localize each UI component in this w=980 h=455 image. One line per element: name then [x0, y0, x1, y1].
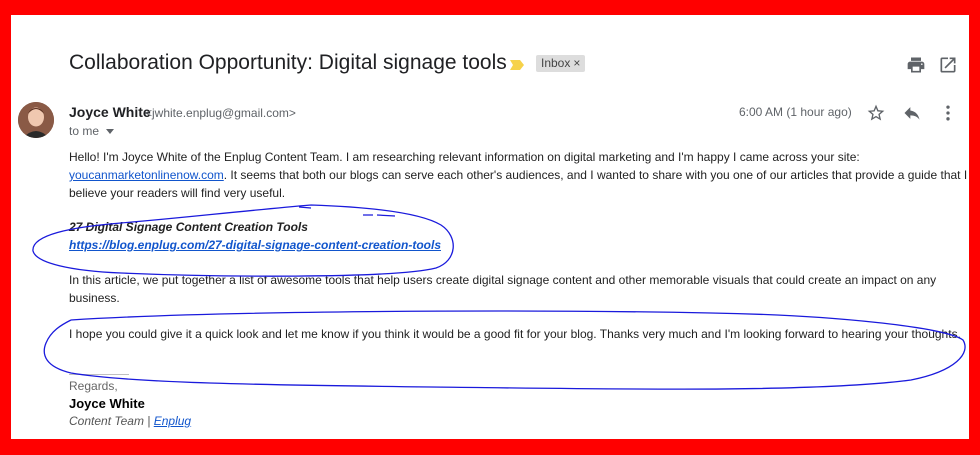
screenshot-frame: Collaboration Opportunity: Digital signa…	[0, 0, 980, 455]
annotation-dash-2	[363, 214, 396, 217]
hand-drawn-annotations	[32, 204, 966, 390]
annotation-circle-request	[43, 310, 966, 390]
annotation-dash-1	[298, 206, 312, 209]
